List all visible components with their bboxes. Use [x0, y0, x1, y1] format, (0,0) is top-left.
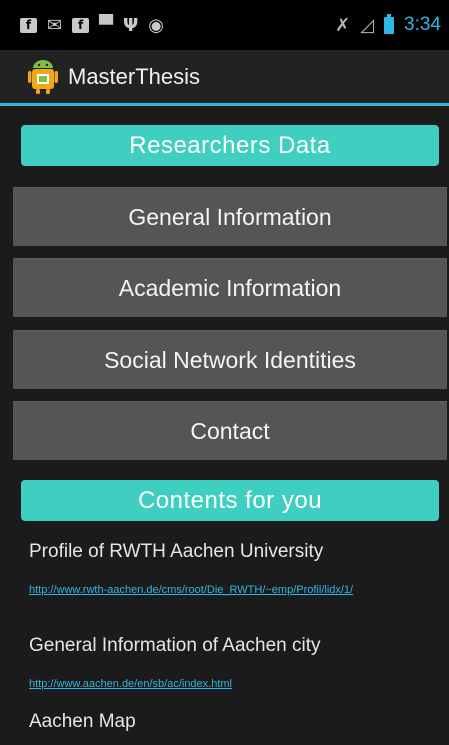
- facebook-icon: f: [72, 17, 90, 33]
- general-information-button[interactable]: General Information: [13, 187, 447, 246]
- content-title-aachen-city: General Information of Aachen city: [29, 635, 321, 656]
- contents-for-you-header: Contents for you: [21, 480, 439, 521]
- no-vibrate-icon: ✗: [335, 14, 351, 36]
- clock: 3:34: [404, 14, 441, 35]
- signal-icon: ◿: [360, 14, 375, 36]
- content-link-aachen-city[interactable]: http://www.aachen.de/en/sb/ac/index.html: [29, 677, 434, 691]
- notification-icons: f ✉ f ▀ Ψ ◉: [20, 14, 164, 36]
- usb-icon: Ψ: [122, 14, 139, 36]
- social-network-identities-button[interactable]: Social Network Identities: [13, 330, 447, 389]
- status-bar: f ✉ f ▀ Ψ ◉ ✗ ◿ 3:34: [0, 0, 449, 50]
- content-title-rwth-profile: Profile of RWTH Aachen University: [29, 541, 324, 562]
- android-app-icon[interactable]: [28, 59, 58, 94]
- android-debug-icon: ◉: [148, 14, 164, 36]
- action-bar: MasterThesis: [0, 50, 449, 106]
- gmail-icon: ✉: [47, 14, 63, 36]
- app-title: MasterThesis: [68, 63, 201, 89]
- contact-button[interactable]: Contact: [13, 401, 447, 460]
- phone-screen: f ✉ f ▀ Ψ ◉ ✗ ◿ 3:34 MasterThesis Resear…: [0, 0, 449, 745]
- researchers-data-header: Researchers Data: [21, 125, 439, 166]
- chat-icon: ▀: [99, 14, 113, 36]
- facebook-icon: f: [20, 17, 37, 33]
- battery-icon: [384, 13, 395, 34]
- content-link-rwth-profile[interactable]: http://www.rwth-aachen.de/cms/root/Die_R…: [29, 583, 434, 597]
- academic-information-button[interactable]: Academic Information: [13, 258, 447, 317]
- content-title-aachen-map: Aachen Map: [29, 711, 136, 732]
- system-icons: ✗ ◿ 3:34: [335, 13, 441, 36]
